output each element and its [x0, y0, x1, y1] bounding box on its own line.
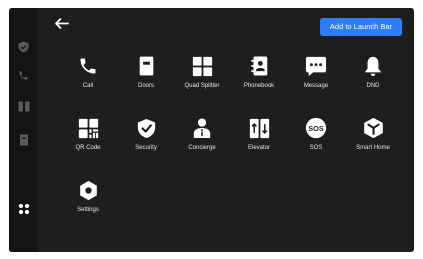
- split-panel-icon[interactable]: [16, 99, 31, 114]
- app-qr-code[interactable]: QR Code: [60, 116, 116, 156]
- app-call[interactable]: Call: [60, 54, 116, 94]
- shield-check-icon[interactable]: [16, 39, 31, 54]
- app-label: Doors: [137, 83, 154, 89]
- arrow-left-icon: [55, 17, 69, 29]
- quad-splitter-icon: [190, 54, 214, 78]
- bell-icon: [361, 54, 385, 78]
- app-label: Concierge: [188, 145, 216, 151]
- app-settings[interactable]: Settings: [60, 178, 116, 218]
- back-button[interactable]: [52, 15, 72, 31]
- sos-icon-text: SOS: [308, 124, 324, 133]
- door-icon: [134, 54, 158, 78]
- concierge-icon: [190, 116, 214, 140]
- app-sos[interactable]: SOS SOS: [288, 116, 344, 156]
- add-to-launch-bar-button[interactable]: Add to Launch Bar: [320, 18, 402, 36]
- app-quad-splitter[interactable]: Quad Splitter: [174, 54, 230, 94]
- phonebook-icon: [247, 54, 271, 78]
- app-label: Message: [303, 83, 329, 89]
- smart-home-icon: [361, 116, 385, 140]
- app-dnd[interactable]: DND: [345, 54, 401, 94]
- grid-apps-icon[interactable]: [16, 201, 31, 216]
- app-smart-home[interactable]: Smart Home: [345, 116, 401, 156]
- app-label: SOS: [309, 145, 323, 151]
- door-icon[interactable]: [16, 132, 31, 147]
- app-label: DND: [366, 83, 380, 89]
- elevator-icon: [247, 116, 271, 140]
- app-doors[interactable]: Doors: [118, 54, 174, 94]
- app-message[interactable]: Message: [288, 54, 344, 94]
- app-security[interactable]: Security: [118, 116, 174, 156]
- device-screen: Add to Launch Bar Call Doors Quad Splitt…: [9, 8, 414, 252]
- app-label: Quad Splitter: [184, 83, 220, 89]
- sos-icon: SOS: [304, 116, 328, 140]
- app-label: Smart Home: [356, 145, 390, 151]
- sidebar: [9, 8, 38, 252]
- app-label: Call: [82, 83, 94, 89]
- app-label: Phonebook: [243, 83, 275, 89]
- phone-icon: [76, 54, 100, 78]
- app-label: Elevator: [247, 145, 270, 151]
- qr-code-icon: [76, 116, 100, 140]
- app-concierge[interactable]: Concierge: [174, 116, 230, 156]
- app-grid-page: Add to Launch Bar Call Doors Quad Splitt…: [38, 8, 414, 252]
- app-label: Settings: [77, 207, 99, 213]
- phone-icon[interactable]: [16, 68, 31, 83]
- gear-icon: [76, 178, 100, 202]
- app-label: QR Code: [75, 145, 101, 151]
- app-label: Security: [135, 145, 157, 151]
- shield-check-icon: [134, 116, 158, 140]
- app-phonebook[interactable]: Phonebook: [231, 54, 287, 94]
- app-elevator[interactable]: Elevator: [231, 116, 287, 156]
- message-icon: [304, 54, 328, 78]
